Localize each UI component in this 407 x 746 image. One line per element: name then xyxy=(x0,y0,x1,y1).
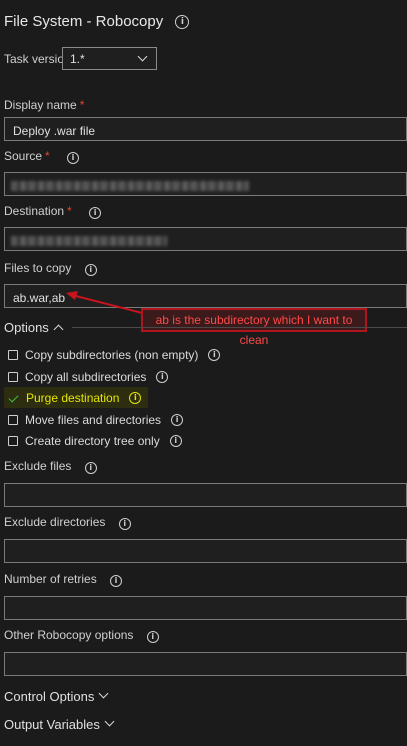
other-options-label-text: Other Robocopy options xyxy=(4,628,134,642)
exclude-files-label: Exclude files i xyxy=(4,459,97,474)
redacted-path xyxy=(11,181,249,191)
checkbox-box[interactable] xyxy=(8,350,18,360)
info-icon[interactable]: i xyxy=(171,414,184,426)
retries-label-text: Number of retries xyxy=(4,572,97,586)
task-version-value: 1.* xyxy=(70,52,85,66)
checkbox-box[interactable] xyxy=(8,436,18,446)
info-icon[interactable]: i xyxy=(89,207,102,219)
task-title: File System - Robocopy i xyxy=(4,13,190,30)
task-title-text: File System - Robocopy xyxy=(4,13,164,30)
source-label: Source * i xyxy=(4,149,80,164)
files-to-copy-value: ab.war,ab xyxy=(13,291,66,305)
retries-label: Number of retries i xyxy=(4,572,123,587)
info-icon[interactable]: i xyxy=(129,392,142,404)
checkbox-label: Create directory tree only xyxy=(25,434,160,448)
checkbox-label: Copy all subdirectories xyxy=(25,370,147,384)
output-variables-header[interactable]: Output Variables xyxy=(4,716,115,732)
destination-label: Destination * i xyxy=(4,204,102,219)
checkbox-label: Purge destination xyxy=(26,391,120,405)
exclude-files-label-text: Exclude files xyxy=(4,459,72,473)
checkbox-create-tree-only[interactable]: Create directory tree only i xyxy=(8,433,182,449)
exclude-directories-label-text: Exclude directories xyxy=(4,515,106,529)
info-icon[interactable]: i xyxy=(156,371,169,383)
source-input[interactable] xyxy=(4,172,407,196)
info-icon[interactable]: i xyxy=(118,518,131,530)
annotation-arrow xyxy=(66,291,147,315)
info-icon[interactable]: i xyxy=(84,462,97,474)
display-name-value: Deploy .war file xyxy=(13,124,96,138)
display-name-label-text: Display name xyxy=(4,98,77,112)
info-icon[interactable]: i xyxy=(175,15,190,29)
checkbox-purge-destination[interactable]: Purge destination i xyxy=(8,390,142,406)
info-icon[interactable]: i xyxy=(67,152,80,164)
task-version-select[interactable]: 1.* xyxy=(62,47,157,70)
required-mark: * xyxy=(45,149,50,163)
redacted-path xyxy=(11,236,167,246)
info-icon[interactable]: i xyxy=(169,435,182,447)
output-variables-label: Output Variables xyxy=(4,717,100,732)
other-options-input[interactable] xyxy=(4,652,407,676)
annotation-callout: ab is the subdirectory which I want to c… xyxy=(141,308,367,347)
checkbox-label: Copy subdirectories (non empty) xyxy=(25,348,199,362)
other-options-label: Other Robocopy options i xyxy=(4,628,159,643)
chevron-down-icon xyxy=(104,716,115,727)
info-icon[interactable]: i xyxy=(146,631,159,643)
display-name-label: Display name * xyxy=(4,98,84,112)
exclude-directories-label: Exclude directories i xyxy=(4,515,131,530)
options-section-header[interactable]: Options xyxy=(4,320,64,335)
exclude-files-input[interactable] xyxy=(4,483,407,507)
required-mark: * xyxy=(67,204,72,218)
files-to-copy-label: Files to copy i xyxy=(4,261,97,276)
chevron-down-icon xyxy=(137,51,148,62)
checkbox-label: Move files and directories xyxy=(25,413,162,427)
info-icon[interactable]: i xyxy=(208,349,221,361)
display-name-input[interactable]: Deploy .war file xyxy=(4,117,407,141)
checkbox-move-files[interactable]: Move files and directories i xyxy=(8,412,184,428)
chevron-down-icon xyxy=(98,688,109,699)
info-icon[interactable]: i xyxy=(110,575,123,587)
files-to-copy-label-text: Files to copy xyxy=(4,261,72,275)
checkbox-copy-subdirectories[interactable]: Copy subdirectories (non empty) i xyxy=(8,347,221,363)
retries-input[interactable] xyxy=(4,596,407,620)
checkmark-icon[interactable] xyxy=(8,392,19,402)
exclude-directories-input[interactable] xyxy=(4,539,407,563)
control-options-header[interactable]: Control Options xyxy=(4,688,109,704)
control-options-label: Control Options xyxy=(4,689,95,704)
info-icon[interactable]: i xyxy=(84,264,97,276)
checkbox-box[interactable] xyxy=(8,372,18,382)
required-mark: * xyxy=(79,98,85,112)
section-divider xyxy=(72,327,407,328)
task-version-label: Task version xyxy=(4,52,71,66)
checkbox-copy-all-subdirectories[interactable]: Copy all subdirectories i xyxy=(8,369,169,385)
chevron-up-icon xyxy=(53,324,64,335)
checkbox-box[interactable] xyxy=(8,415,18,425)
destination-label-text: Destination xyxy=(4,204,65,218)
destination-input[interactable] xyxy=(4,227,407,251)
options-label: Options xyxy=(4,320,49,335)
source-label-text: Source xyxy=(4,149,43,163)
